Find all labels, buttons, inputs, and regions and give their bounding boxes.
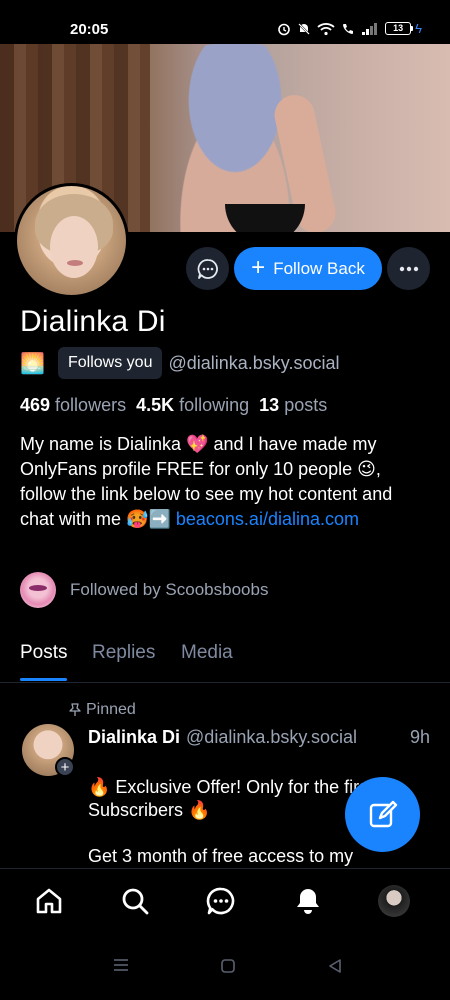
more-options-button[interactable] — [387, 247, 430, 290]
compose-button[interactable] — [345, 777, 420, 852]
tab-media[interactable]: Media — [181, 642, 233, 664]
chat-icon — [197, 258, 218, 279]
square-icon — [221, 959, 235, 973]
battery-indicator: 13 ϟ — [385, 21, 422, 36]
back-button[interactable] — [327, 958, 343, 979]
post-author-name[interactable]: Dialinka Di — [88, 727, 180, 747]
menu-icon — [114, 959, 128, 971]
wifi-icon — [317, 22, 335, 35]
home-icon — [36, 888, 62, 914]
chat-icon — [206, 887, 235, 915]
back-triangle-icon — [329, 959, 341, 973]
status-time: 20:05 — [70, 21, 109, 38]
compose-icon — [369, 800, 397, 827]
follow-author-plus-icon[interactable]: + — [55, 757, 75, 777]
following-stat[interactable]: 4.5K following — [136, 395, 249, 416]
posts-stat: 13 posts — [259, 395, 328, 415]
plus-icon: + — [251, 253, 266, 281]
follows-you-badge: Follows you — [58, 347, 163, 379]
signal-icon — [362, 22, 378, 35]
active-tab-indicator — [20, 678, 67, 681]
handle-row: 🌅 Follows you @dialinka.bsky.social — [20, 346, 340, 380]
tab-posts[interactable]: Posts — [20, 642, 68, 664]
message-button[interactable] — [186, 247, 229, 290]
nav-home[interactable] — [33, 885, 65, 917]
post-timestamp: 9h — [409, 727, 430, 747]
system-navigation — [0, 936, 450, 1000]
charging-icon: ϟ — [415, 21, 422, 36]
nav-chat[interactable] — [205, 885, 237, 917]
bell-icon — [297, 889, 319, 914]
post-header: Dialinka Di @dialinka.bsky.social — [88, 727, 357, 748]
status-bar: 20:05 13 ϟ — [0, 0, 450, 44]
profile-stats: 469 followers 4.5K following 13 posts — [20, 395, 327, 416]
profile-handle: @dialinka.bsky.social — [168, 352, 340, 373]
recents-button[interactable] — [113, 958, 129, 977]
pin-icon — [69, 703, 81, 716]
bio-link[interactable]: beacons.ai/dialina.com — [176, 509, 359, 529]
mute-icon — [298, 22, 310, 35]
profile-tabs: Posts Replies Media — [0, 642, 450, 683]
bottom-navigation — [0, 868, 450, 936]
sunrise-emoji: 🌅 — [20, 352, 45, 375]
follower-avatar — [20, 572, 56, 608]
nav-profile[interactable] — [378, 885, 410, 917]
search-icon — [122, 888, 149, 915]
alarm-icon — [278, 23, 290, 35]
nav-search[interactable] — [119, 885, 151, 917]
nav-notifications[interactable] — [292, 885, 324, 917]
follow-back-button[interactable]: + Follow Back — [234, 247, 382, 290]
more-icon — [399, 266, 418, 271]
pinned-label: Pinned — [68, 701, 136, 719]
follow-back-label: Follow Back — [273, 258, 365, 278]
followers-stat[interactable]: 469 followers — [20, 395, 126, 416]
post-author-handle: @dialinka.bsky.social — [186, 727, 358, 747]
display-name: Dialinka Di — [20, 305, 166, 338]
home-system-button[interactable] — [220, 958, 236, 979]
followed-by-text: Followed by Scoobsboobs — [70, 580, 269, 599]
profile-avatar-icon — [378, 885, 410, 917]
tab-replies[interactable]: Replies — [92, 642, 155, 664]
profile-bio: My name is Dialinka 💖 and I have made my… — [20, 432, 430, 532]
call-icon — [343, 23, 354, 34]
followed-by-row[interactable]: Followed by Scoobsboobs — [20, 572, 268, 608]
profile-avatar[interactable] — [14, 183, 129, 298]
battery-level: 13 — [385, 22, 412, 35]
status-icons: 13 ϟ — [277, 21, 422, 36]
